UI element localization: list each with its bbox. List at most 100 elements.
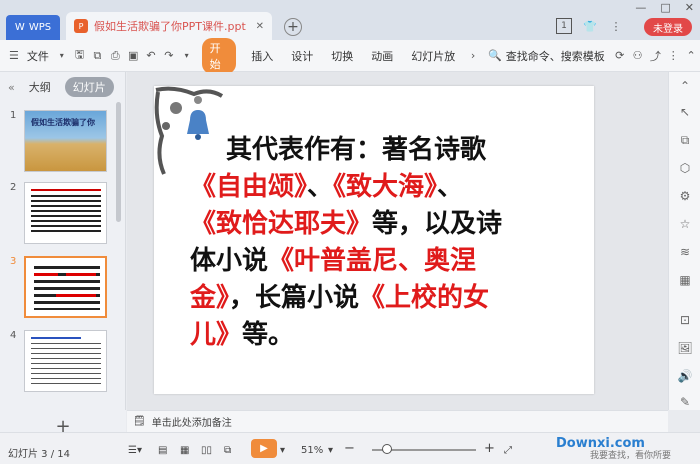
zoom-level[interactable]: 51% (301, 445, 323, 456)
thumbnail-selected (24, 256, 107, 318)
close-window-icon[interactable]: ✕ (685, 1, 694, 14)
fit-window-icon[interactable]: ⤢ (504, 445, 512, 456)
document-tab[interactable]: P 假如生活欺骗了你PPT课件.ppt ✕ (66, 12, 272, 40)
view-options-icon[interactable]: ☰▾ (128, 445, 142, 456)
select-icon[interactable]: ↖ (677, 104, 693, 120)
tab-slides[interactable]: 幻灯片 (64, 77, 114, 97)
current-slide[interactable]: 其代表作有：著名诗歌 《自由颂》、《致大海》、 《致恰达耶夫》等，以及诗 体小说… (154, 86, 594, 394)
collapse-icon[interactable]: ⌃ (677, 78, 693, 94)
text-title-red: 《致大海》 (333, 172, 438, 202)
print-icon[interactable]: ⎙ (109, 49, 121, 63)
text-punct: 、 (437, 172, 464, 202)
normal-view-icon[interactable]: ▤ (158, 445, 167, 456)
sorter-view-icon[interactable]: ▦ (180, 445, 189, 456)
slide-thumb-3[interactable]: 3 (10, 256, 107, 318)
hamburger-icon[interactable]: ☰ (8, 49, 20, 63)
print-preview-icon[interactable]: ▣ (127, 49, 139, 63)
slide-number: 4 (10, 330, 17, 341)
ppt-file-icon: P (74, 19, 88, 33)
tab-animation[interactable]: 动画 (362, 48, 402, 64)
tab-slideshow[interactable]: 幻灯片放 (402, 48, 464, 64)
login-button[interactable]: 未登录 (644, 18, 692, 36)
shape-icon[interactable]: ⬡ (677, 160, 693, 176)
text-line: ，长篇小说 (229, 283, 360, 313)
text-title-red: 《上校的女 (359, 283, 490, 313)
slide-thumb-1[interactable]: 1 假如生活欺骗了你 (10, 110, 107, 172)
zoom-dropdown-icon[interactable]: ▾ (328, 445, 333, 456)
text-title-red: 《自由颂》 (190, 172, 308, 202)
tab-insert[interactable]: 插入 (242, 48, 282, 64)
crop-icon[interactable]: ⊡ (677, 312, 693, 328)
more-icon[interactable]: ⋮ (667, 49, 679, 63)
collapse-ribbon-icon[interactable]: ⌃ (685, 49, 697, 63)
sync-icon[interactable]: ⟳ (614, 49, 626, 63)
text-title-red: 《叶普盖尼、奥涅 (268, 246, 477, 276)
zoom-out-icon[interactable]: − (344, 441, 355, 456)
play-slideshow-button[interactable]: ▶ (251, 439, 277, 458)
thumbnail (24, 182, 107, 244)
undo-icon[interactable]: ↶ (145, 49, 157, 63)
settings-sliders-icon[interactable]: ⚙ (677, 188, 693, 204)
close-tab-icon[interactable]: ✕ (256, 21, 264, 32)
collapse-panel-icon[interactable]: « (8, 81, 15, 94)
text-punct: 、 (307, 172, 334, 202)
zoom-slider-handle[interactable] (382, 444, 392, 454)
right-toolbar: ⌃ ↖ ⧉ ⬡ ⚙ ☆ ≋ ▦ ⊡ 🖼 🔊 ✎ (668, 72, 700, 410)
text-line: 等，以及诗 (372, 209, 503, 239)
window-layout-icon[interactable]: 1 (556, 18, 572, 34)
wps-home-tab[interactable]: W WPS (6, 15, 60, 40)
command-search[interactable]: 🔍 查找命令、搜索模板 (482, 48, 611, 64)
file-menu[interactable]: 文件 (23, 48, 53, 64)
collab-icon[interactable]: ⚇ (632, 49, 644, 63)
maximize-icon[interactable]: □ (660, 1, 670, 14)
search-icon: 🔍 (488, 49, 502, 62)
app-name: WPS (28, 22, 52, 33)
thumbnail (24, 330, 107, 392)
notes-placeholder: 单击此处添加备注 (151, 418, 232, 429)
title-bar: W WPS P 假如生活欺骗了你PPT课件.ppt ✕ + — □ ✕ 1 👕 … (0, 0, 700, 40)
title-tools: 1 👕 ⋮ (556, 18, 624, 34)
slide-thumb-4[interactable]: 4 (10, 330, 107, 392)
export-pdf-icon[interactable]: ⧉ (92, 49, 104, 63)
notes-bar[interactable]: 🗒 单击此处添加备注 (127, 410, 668, 432)
ribbon-more-icon[interactable]: › (467, 49, 479, 63)
skin-icon[interactable]: 👕 (582, 18, 598, 34)
tab-start[interactable]: 开始 (201, 37, 237, 74)
text-title-red: 儿》 (190, 320, 243, 350)
minimize-icon[interactable]: — (635, 1, 646, 14)
slide-panel: « 大纲 幻灯片 1 假如生活欺骗了你 2 3 4 + (0, 72, 126, 442)
slide-number: 3 (10, 256, 17, 267)
tab-outline[interactable]: 大纲 (29, 79, 51, 95)
audio-icon[interactable]: 🔊 (677, 368, 693, 384)
copy-icon[interactable]: ⧉ (677, 132, 693, 148)
animation-icon[interactable]: ☆ (677, 216, 693, 232)
save-icon[interactable]: 🖫 (74, 48, 86, 63)
redo-icon[interactable]: ↷ (163, 49, 175, 63)
slide-body-text: 其代表作有：著名诗歌 《自由颂》、《致大海》、 《致恰达耶夫》等，以及诗 体小说… (190, 132, 570, 354)
tab-design[interactable]: 设计 (282, 48, 322, 64)
play-dropdown-icon[interactable]: ▾ (280, 445, 285, 456)
reading-view-icon[interactable]: ▯▯ (201, 445, 212, 456)
document-title: 假如生活欺骗了你PPT课件.ppt (94, 20, 246, 33)
text-line: 等。 (242, 320, 295, 350)
chevron-down-icon[interactable]: ▾ (181, 49, 193, 63)
grid-icon[interactable]: ▦ (677, 272, 693, 288)
thumbnail: 假如生活欺骗了你 (24, 110, 107, 172)
window-controls: — □ ✕ (635, 0, 694, 14)
slide-thumb-2[interactable]: 2 (10, 182, 107, 244)
image-icon[interactable]: 🖼 (677, 340, 693, 356)
panel-scrollbar[interactable] (116, 102, 121, 222)
wps-logo-icon: W (14, 22, 25, 33)
new-tab-button[interactable]: + (284, 18, 302, 36)
tab-transition[interactable]: 切换 (322, 48, 362, 64)
layers-icon[interactable]: ≋ (677, 244, 693, 260)
chevron-down-icon[interactable]: ▾ (56, 49, 68, 63)
presenter-view-icon[interactable]: ⧉ (224, 445, 231, 456)
zoom-in-icon[interactable]: + (484, 441, 495, 456)
comment-icon[interactable]: ✎ (677, 394, 693, 410)
text-line: 体小说 (190, 246, 269, 276)
text-title-red: 金》 (190, 283, 230, 313)
ribbon-toolbar: ☰ 文件 ▾ 🖫 ⧉ ⎙ ▣ ↶ ↷ ▾ 开始 插入 设计 切换 动画 幻灯片放… (0, 37, 700, 74)
menu-icon[interactable]: ⋮ (608, 18, 624, 34)
share-icon[interactable]: ⤴ (649, 49, 661, 63)
